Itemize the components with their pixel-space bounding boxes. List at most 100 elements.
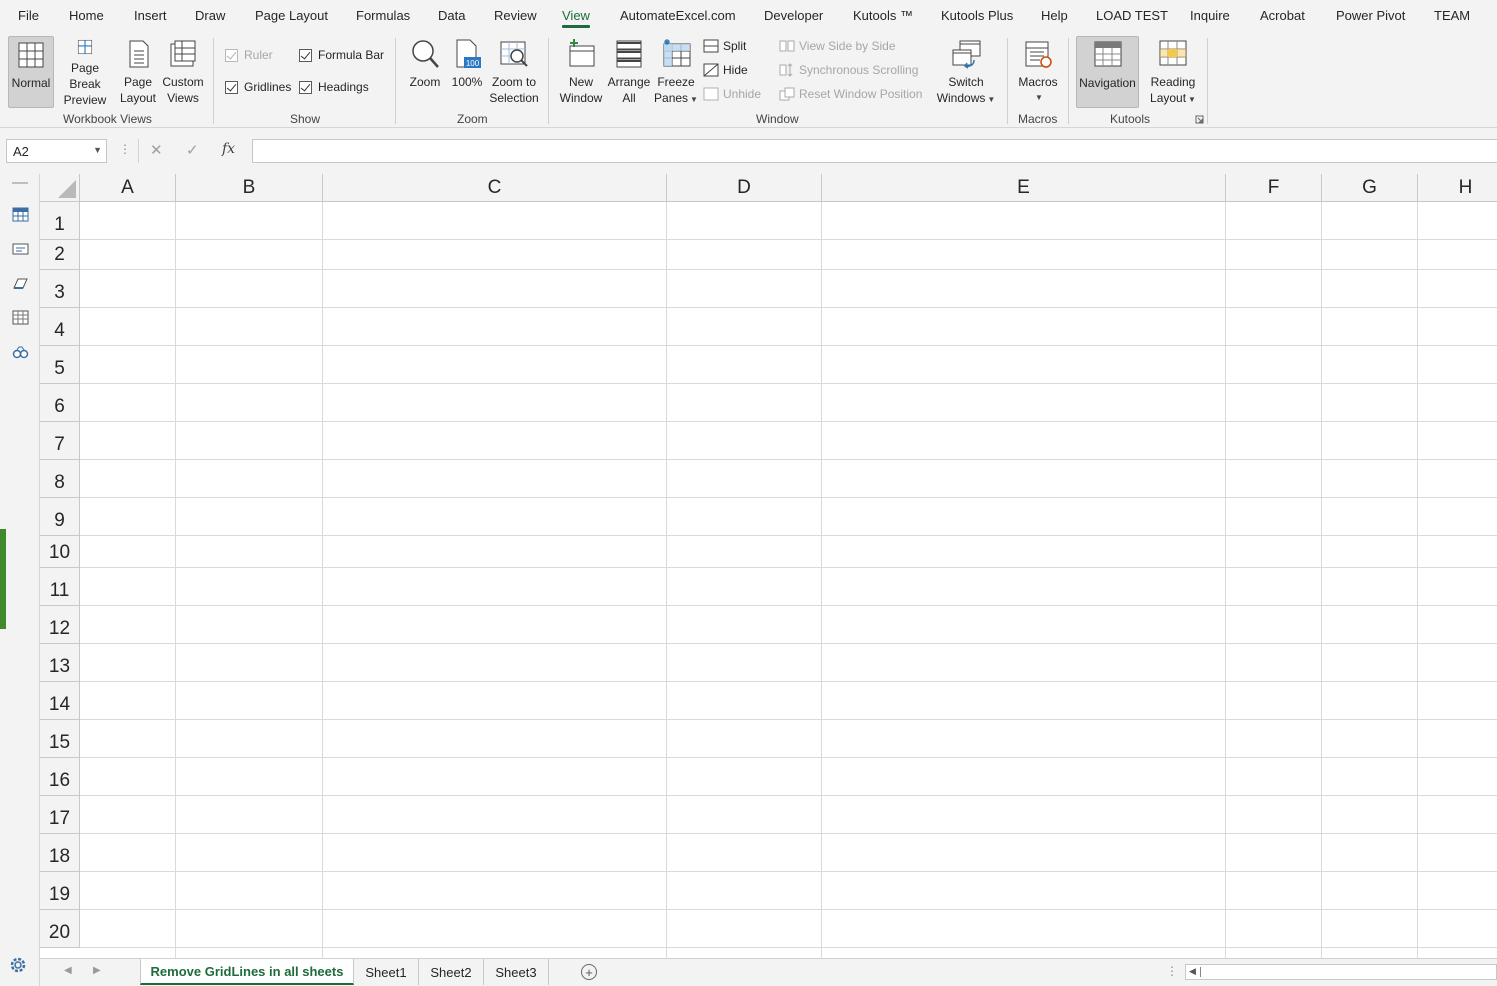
row-header-19[interactable]: 19 [40, 872, 80, 910]
page-layout-view-button[interactable]: Page Layout [118, 36, 158, 108]
arrange-all-button[interactable]: Arrange All [606, 36, 652, 108]
macros-button[interactable]: Macros ▼ [1014, 36, 1062, 108]
column-header-b[interactable]: B [176, 174, 323, 202]
tab-file[interactable]: File [18, 8, 39, 23]
row-header-17[interactable]: 17 [40, 796, 80, 834]
scrollbar-thumb[interactable] [1200, 967, 1497, 977]
dialog-launcher-icon[interactable] [1195, 115, 1204, 124]
row-header-20[interactable]: 20 [40, 910, 80, 948]
scroll-left-icon[interactable]: ◀ [1189, 966, 1196, 977]
custom-views-button[interactable]: Custom Views [160, 36, 206, 108]
scroll-tabs-left-icon[interactable]: ◀ [64, 965, 72, 976]
panel-handle-icon[interactable] [12, 182, 28, 184]
zoom-100-button[interactable]: 100 100% [448, 36, 486, 108]
formula-bar-checkbox[interactable]: Formula Bar [299, 45, 384, 65]
find-replace-icon[interactable] [12, 345, 29, 360]
tab-automateexcel[interactable]: AutomateExcel.com [620, 8, 736, 23]
navigation-button[interactable]: Navigation [1076, 36, 1139, 108]
add-sheet-button[interactable]: + [581, 964, 597, 980]
auto-text-icon[interactable] [12, 276, 29, 291]
gridlines-checkbox[interactable]: Gridlines [225, 77, 291, 97]
zoom-to-selection-button[interactable]: Zoom to Selection [488, 36, 540, 108]
tab-draw[interactable]: Draw [195, 8, 225, 23]
more-options-icon[interactable]: ⋮ [119, 142, 131, 156]
row-header-6[interactable]: 6 [40, 384, 80, 422]
row-header-10[interactable]: 10 [40, 536, 80, 568]
tab-view[interactable]: View [562, 8, 590, 28]
row-header-11[interactable]: 11 [40, 568, 80, 606]
row-header-18[interactable]: 18 [40, 834, 80, 872]
headings-checkbox[interactable]: Headings [299, 77, 369, 97]
tab-kutools-plus[interactable]: Kutools Plus [941, 8, 1013, 23]
page-break-preview-button[interactable]: Page Break Preview [56, 36, 114, 108]
tab-team[interactable]: TEAM [1434, 8, 1470, 23]
ruler-checkbox[interactable]: Ruler [225, 45, 273, 65]
tab-load-test[interactable]: LOAD TEST [1096, 8, 1168, 23]
select-all-button[interactable] [40, 174, 80, 202]
tab-inquire[interactable]: Inquire [1190, 8, 1230, 23]
unhide-button[interactable]: Unhide [703, 84, 761, 104]
row-header-13[interactable]: 13 [40, 644, 80, 682]
tab-power-pivot[interactable]: Power Pivot [1336, 8, 1405, 23]
column-header-g[interactable]: G [1322, 174, 1418, 202]
more-options-icon[interactable]: ⋮ [1166, 964, 1178, 978]
tab-review[interactable]: Review [494, 8, 537, 23]
gear-icon[interactable] [7, 954, 29, 976]
column-header-e[interactable]: E [822, 174, 1226, 202]
row-header-5[interactable]: 5 [40, 346, 80, 384]
row-header-8[interactable]: 8 [40, 460, 80, 498]
worksheet-grid[interactable]: ABCDEFGH 1 2 3 4 5 6 7 8 9 10 11 12 13 14 15 16 17 18 19 20 [40, 174, 1497, 958]
row-header-9[interactable]: 9 [40, 498, 80, 536]
column-header-f[interactable]: F [1226, 174, 1322, 202]
synchronous-scrolling-button[interactable]: Synchronous Scrolling [779, 60, 918, 80]
column-header-c[interactable]: C [323, 174, 667, 202]
column-list-icon[interactable] [12, 310, 29, 325]
row-header-2[interactable]: 2 [40, 240, 80, 270]
row-header-15[interactable]: 15 [40, 720, 80, 758]
tab-acrobat[interactable]: Acrobat [1260, 8, 1305, 23]
hide-button[interactable]: Hide [703, 60, 748, 80]
tab-formulas[interactable]: Formulas [356, 8, 410, 23]
tab-page-layout[interactable]: Page Layout [255, 8, 328, 23]
cancel-icon[interactable]: ✕ [150, 141, 163, 159]
horizontal-scrollbar[interactable]: ◀ [1185, 964, 1497, 980]
row-header-7[interactable]: 7 [40, 422, 80, 460]
switch-windows-button[interactable]: Switch Windows ▼ [934, 36, 998, 108]
name-manager-icon[interactable] [12, 241, 29, 256]
freeze-panes-button[interactable]: Freeze Panes ▼ [654, 36, 698, 108]
sheet-tab-sheet2[interactable]: Sheet2 [419, 959, 484, 985]
column-header-d[interactable]: D [667, 174, 822, 202]
sheet-tab-sheet3[interactable]: Sheet3 [484, 959, 549, 985]
normal-view-button[interactable]: Normal [8, 36, 54, 108]
reading-layout-button[interactable]: Reading Layout ▼ [1144, 36, 1202, 108]
tab-data[interactable]: Data [438, 8, 465, 23]
split-button[interactable]: Split [703, 36, 746, 56]
row-header-4[interactable]: 4 [40, 308, 80, 346]
insert-function-icon[interactable]: fx [222, 141, 235, 157]
row-header-1[interactable]: 1 [40, 202, 80, 240]
row-header-3[interactable]: 3 [40, 270, 80, 308]
row-header-16[interactable]: 16 [40, 758, 80, 796]
name-box[interactable]: A2 ▼ [6, 139, 107, 163]
tab-help[interactable]: Help [1041, 8, 1068, 23]
reset-window-position-button[interactable]: Reset Window Position [779, 84, 922, 104]
row-header-14[interactable]: 14 [40, 682, 80, 720]
row-header-12[interactable]: 12 [40, 606, 80, 644]
column-header-a[interactable]: A [80, 174, 176, 202]
sheet-tab-sheet1[interactable]: Sheet1 [354, 959, 419, 985]
tab-kutools[interactable]: Kutools ™ [853, 8, 913, 23]
new-window-button[interactable]: New Window [558, 36, 604, 108]
tab-insert[interactable]: Insert [134, 8, 167, 23]
workbook-sheet-icon[interactable] [12, 207, 29, 222]
zoom-button[interactable]: Zoom [405, 36, 445, 108]
view-side-by-side-button[interactable]: View Side by Side [779, 36, 896, 56]
tab-developer[interactable]: Developer [764, 8, 823, 23]
scroll-tabs-right-icon[interactable]: ▶ [93, 965, 101, 976]
formula-input[interactable] [252, 139, 1497, 163]
pane-indicator[interactable] [0, 529, 6, 629]
sheet-tab-remove-gridlines[interactable]: Remove GridLines in all sheets [140, 959, 354, 985]
enter-check-icon[interactable]: ✓ [186, 141, 199, 159]
column-header-h[interactable]: H [1418, 174, 1497, 202]
tab-home[interactable]: Home [69, 8, 104, 23]
chevron-down-icon[interactable]: ▼ [93, 145, 102, 155]
